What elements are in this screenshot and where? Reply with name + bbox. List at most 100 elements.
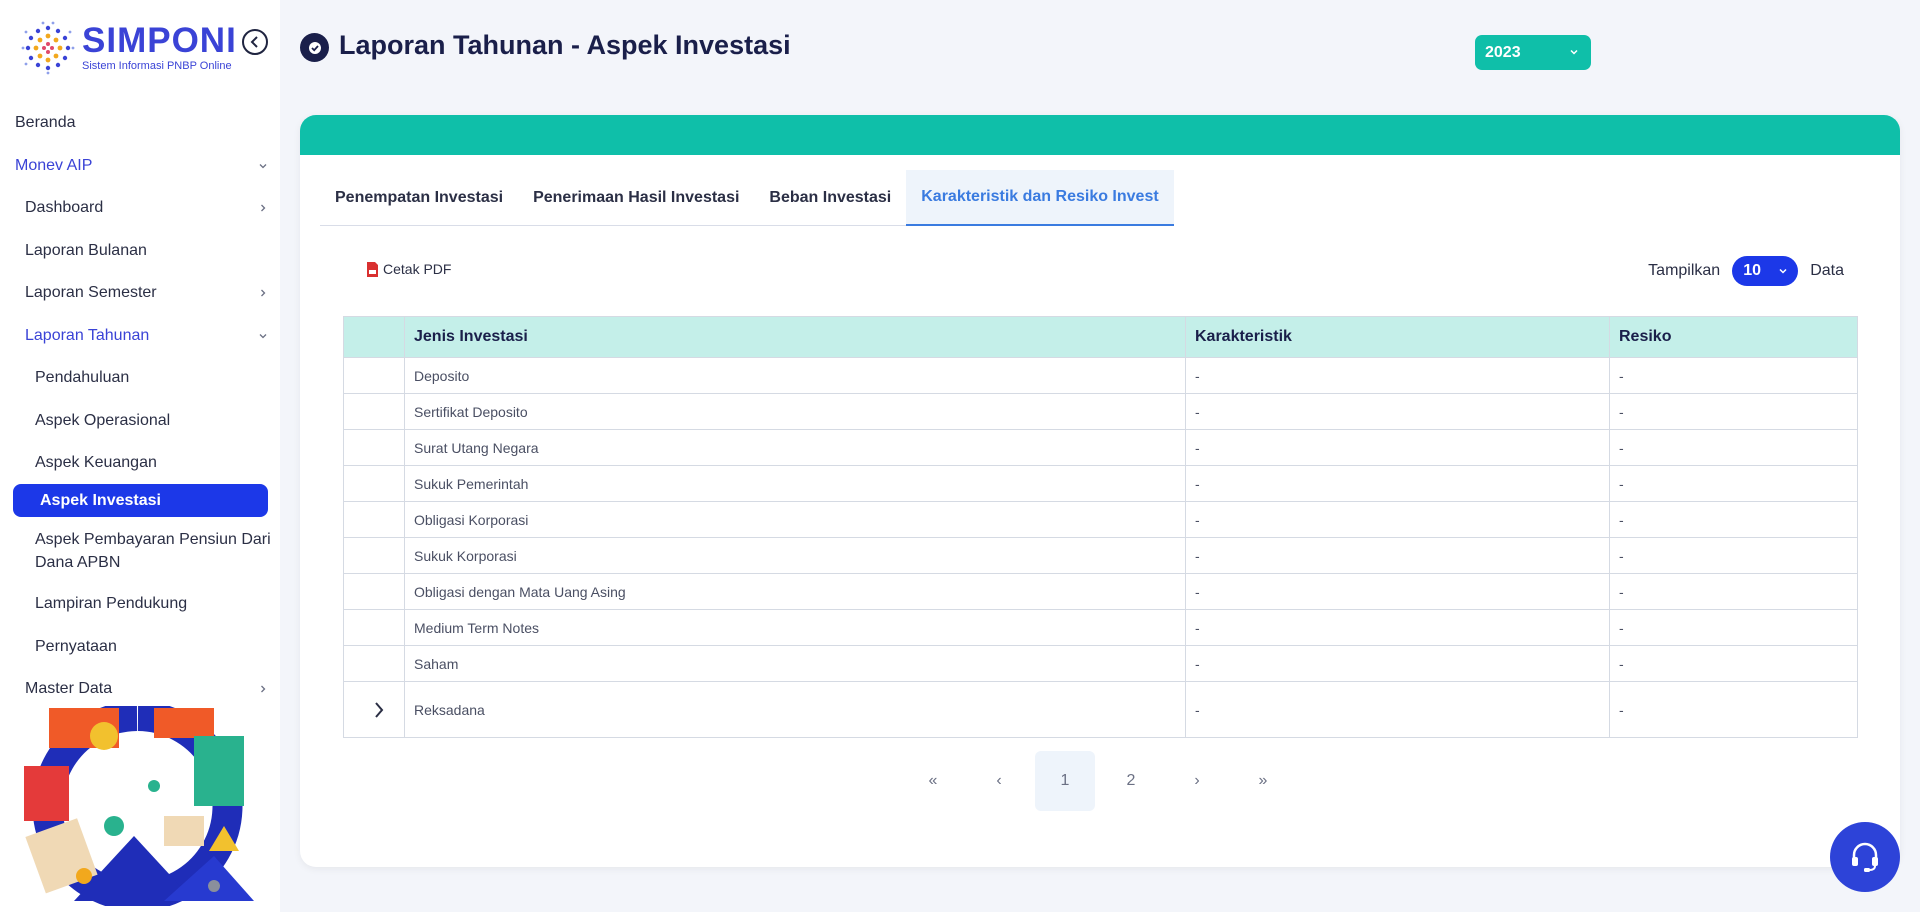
cell-jenis: Medium Term Notes [404,609,1186,646]
cell-jenis: Reksadana [404,681,1186,738]
expand-cell [343,681,405,738]
sidebar-item-laporan-bulanan[interactable]: Laporan Bulanan [25,242,147,260]
pagination-last-button[interactable]: » [1233,751,1293,811]
sidebar-item-aspek-investasi[interactable]: Aspek Investasi [13,484,268,517]
cell-jenis: Saham [404,645,1186,682]
table-row: Saham - - [343,645,1858,682]
check-icon [308,41,321,54]
table-row: Obligasi Korporasi - - [343,501,1858,538]
page-size-select[interactable]: 10 [1732,256,1799,286]
logo[interactable]: SIMPONI Sistem Informasi PNBP Online [18,18,237,78]
expand-cell [343,609,405,646]
sidebar-item-laporan-semester[interactable]: Laporan Semester [25,284,268,302]
cell-karakteristik: - [1185,429,1610,466]
cell-karakteristik: - [1185,609,1610,646]
pagination-first-button[interactable]: « [903,751,963,811]
year-select[interactable]: 2023 [1475,35,1591,70]
cell-jenis: Surat Utang Negara [404,429,1186,466]
tab-penempatan-investasi[interactable]: Penempatan Investasi [320,170,518,226]
content-card: Penempatan Investasi Penerimaan Hasil In… [300,115,1900,867]
sidebar-item-label: Dashboard [25,199,104,216]
sidebar-item-label: Laporan Semester [25,284,157,301]
sidebar-illustration [24,706,254,906]
cell-resiko: - [1609,429,1858,466]
tab-penerimaan-hasil-investasi[interactable]: Penerimaan Hasil Investasi [518,170,754,226]
tab-beban-investasi[interactable]: Beban Investasi [754,170,906,226]
sidebar-item-aspek-operasional[interactable]: Aspek Operasional [35,412,170,430]
table-row: Obligasi dengan Mata Uang Asing - - [343,573,1858,610]
table-row: Reksadana - - [343,681,1858,738]
print-pdf-button[interactable]: Cetak PDF [366,261,451,277]
sidebar: SIMPONI Sistem Informasi PNBP Online Ber… [0,0,280,912]
sidebar-item-master-data[interactable]: Master Data [25,680,268,698]
cell-jenis: Sukuk Pemerintah [404,465,1186,502]
cell-jenis: Sertifikat Deposito [404,393,1186,430]
sidebar-item-label: Laporan Tahunan [25,327,150,344]
cell-karakteristik: - [1185,465,1610,502]
sidebar-item-dashboard[interactable]: Dashboard [25,199,268,217]
tab-karakteristik-resiko[interactable]: Karakteristik dan Resiko Invest [906,170,1174,226]
investment-table: Jenis Investasi Karakteristik Resiko Dep… [343,316,1858,738]
expand-cell [343,573,405,610]
expand-cell [343,537,405,574]
pagination-next-button[interactable]: › [1167,751,1227,811]
chevron-right-icon [261,289,266,297]
sidebar-item-label: Beranda [15,114,76,131]
cell-karakteristik: - [1185,645,1610,682]
sidebar-item-label: Lampiran Pendukung [35,595,188,612]
cell-resiko: - [1609,573,1858,610]
sidebar-item-aspek-pembayaran[interactable]: Aspek Pembayaran Pensiun Dari Dana APBN [35,528,271,574]
chevron-down-icon [259,334,267,339]
cell-resiko: - [1609,393,1858,430]
pagination-page-2[interactable]: 2 [1101,751,1161,811]
cell-resiko: - [1609,357,1858,394]
cell-karakteristik: - [1185,501,1610,538]
sidebar-item-beranda[interactable]: Beranda [15,114,76,132]
data-label: Data [1810,262,1844,279]
pagination-prev-button[interactable]: ‹ [969,751,1029,811]
chevron-down-icon [1570,49,1578,55]
header-karakteristik: Karakteristik [1185,316,1610,358]
expand-cell [343,465,405,502]
table-row: Surat Utang Negara - - [343,429,1858,466]
cell-jenis: Obligasi dengan Mata Uang Asing [404,573,1186,610]
cell-jenis: Obligasi Korporasi [404,501,1186,538]
cell-resiko: - [1609,465,1858,502]
sidebar-item-lampiran-pendukung[interactable]: Lampiran Pendukung [35,595,187,613]
cell-karakteristik: - [1185,537,1610,574]
page-status-icon [300,33,329,62]
header-expand-column [343,316,405,358]
sidebar-item-label: Pendahuluan [35,369,130,386]
chevron-left-icon [250,36,258,48]
sidebar-item-aspek-keuangan[interactable]: Aspek Keuangan [35,454,157,472]
expand-cell [343,429,405,466]
help-support-button[interactable] [1830,822,1900,892]
table-header-row: Jenis Investasi Karakteristik Resiko [343,316,1858,358]
sidebar-collapse-button[interactable] [242,29,268,55]
brand-subtitle: Sistem Informasi PNBP Online [82,60,232,72]
cell-karakteristik: - [1185,393,1610,430]
sidebar-item-pernyataan[interactable]: Pernyataan [35,638,117,656]
cell-resiko: - [1609,681,1858,738]
sidebar-item-label: Monev AIP [15,157,93,174]
table-row: Sukuk Pemerintah - - [343,465,1858,502]
sidebar-item-label: Laporan Bulanan [25,242,147,259]
sidebar-item-label: Aspek Operasional [35,412,171,429]
row-expand-button[interactable] [353,701,404,719]
sidebar-item-monev-aip[interactable]: Monev AIP [15,157,268,175]
sidebar-item-pendahuluan[interactable]: Pendahuluan [35,369,129,387]
expand-cell [343,357,405,394]
card-header-band [300,115,1900,155]
print-pdf-label: Cetak PDF [383,261,452,277]
page-size-control: Tampilkan 10 Data [1648,256,1844,286]
pagination-page-1[interactable]: 1 [1035,751,1095,811]
cell-resiko: - [1609,645,1858,682]
header-resiko: Resiko [1609,316,1858,358]
sidebar-item-label: Aspek Investasi [40,491,161,509]
cell-resiko: - [1609,537,1858,574]
headset-icon [1852,842,1878,872]
header-jenis-investasi: Jenis Investasi [404,316,1186,358]
year-value: 2023 [1485,43,1521,61]
sidebar-item-laporan-tahunan[interactable]: Laporan Tahunan [25,327,268,345]
chevron-right-icon [374,701,383,718]
